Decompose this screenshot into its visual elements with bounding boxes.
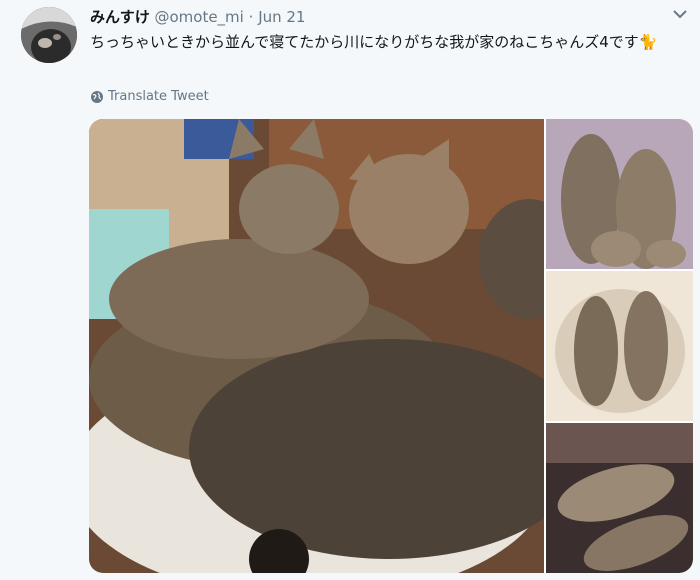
cats-photo-thumb-2 [546, 271, 693, 421]
display-name[interactable]: みんすけ [90, 8, 150, 26]
tweet-header: みんすけ @omote_mi · Jun 21 [90, 6, 305, 27]
photo-thumb-3[interactable] [546, 423, 693, 573]
cats-photo-thumb-1 [546, 119, 693, 269]
tweet-text: ちっちゃいときから並んで寝てたから川になりがちな我が家のねこちゃんズ4です🐈 [90, 33, 658, 51]
cats-photo-main [89, 119, 544, 573]
avatar[interactable] [21, 7, 77, 63]
globe-icon [91, 90, 103, 103]
photo-thumb-1[interactable] [546, 119, 693, 269]
user-handle[interactable]: @omote_mi [154, 8, 243, 26]
translate-label: Translate Tweet [108, 89, 209, 104]
tweet-date[interactable]: Jun 21 [258, 8, 305, 26]
photo-thumb-2[interactable] [546, 271, 693, 421]
media-grid [89, 119, 693, 573]
translate-tweet-link[interactable]: Translate Tweet [90, 89, 209, 104]
avatar-image [21, 7, 77, 63]
photo-main[interactable] [89, 119, 544, 573]
separator-dot: · [248, 8, 254, 26]
cats-photo-thumb-3 [546, 423, 693, 573]
chevron-down-icon[interactable] [672, 8, 688, 20]
